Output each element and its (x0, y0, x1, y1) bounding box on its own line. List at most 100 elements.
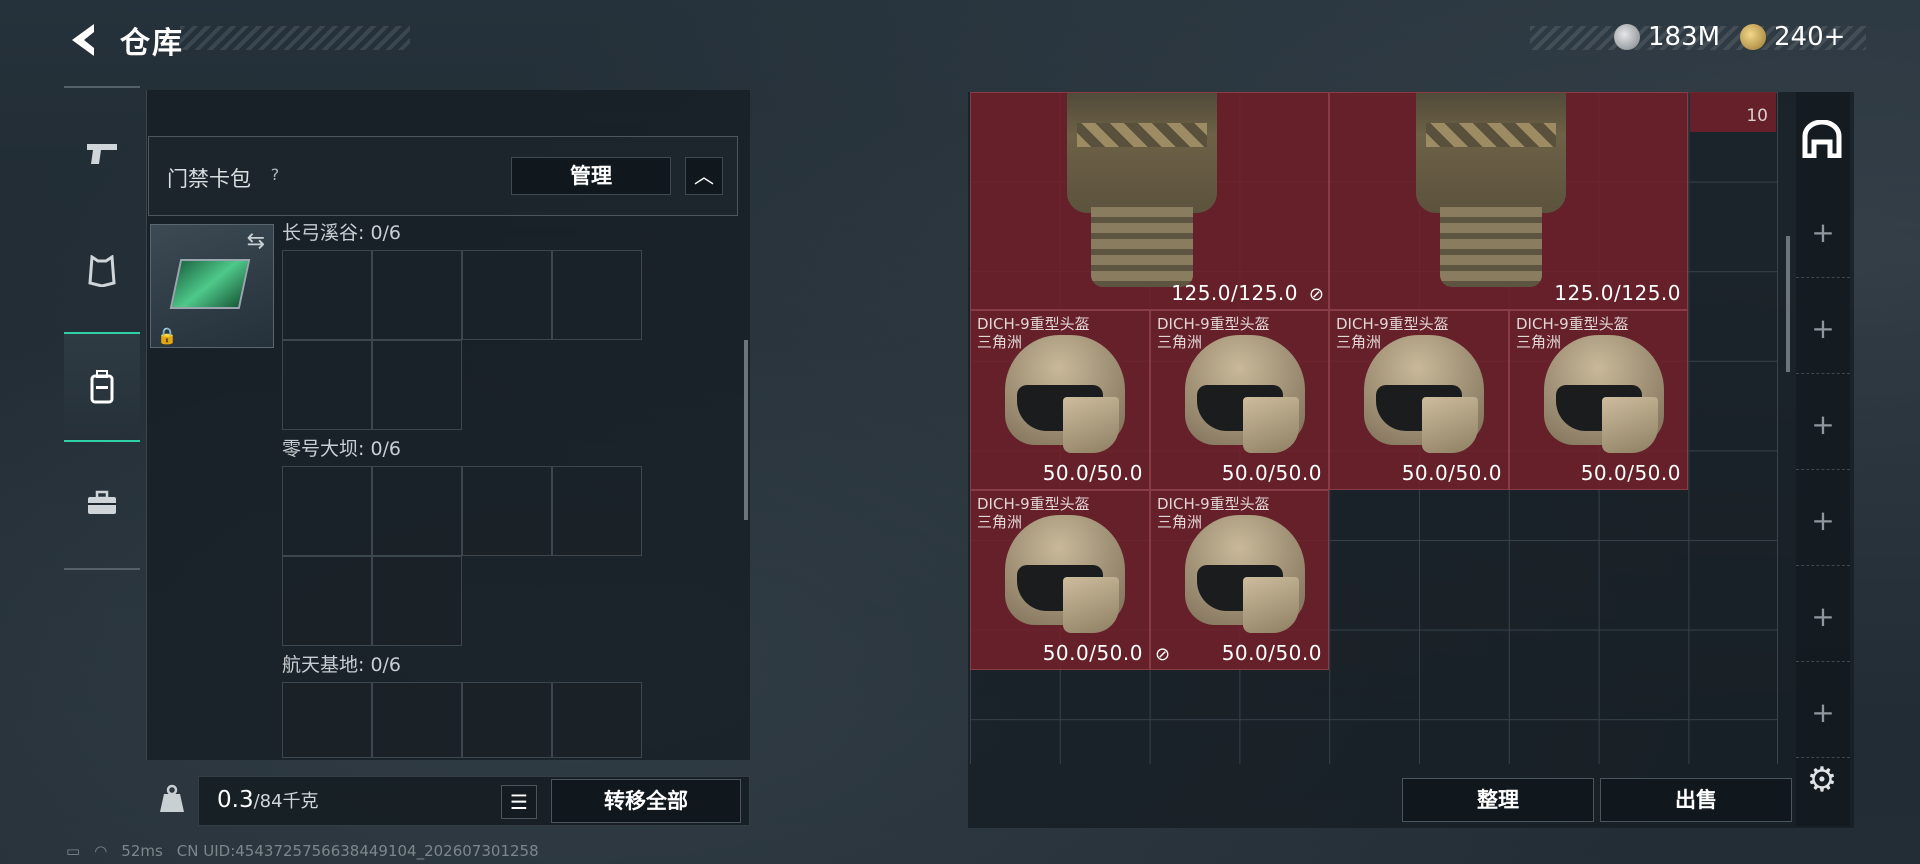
helmet-item[interactable]: DICH-9重型头盔 三角洲 50.0/50.0 (1329, 310, 1509, 490)
map-label-longbow: 长弓溪谷: 0/6 (282, 222, 402, 244)
helmet-image (1005, 335, 1125, 453)
list-view-button[interactable]: ☰ (501, 785, 537, 819)
tab-armor[interactable] (64, 216, 140, 326)
key-slot[interactable] (462, 466, 552, 556)
gear-icon[interactable]: ⚙ (1802, 760, 1842, 800)
silver-amount: 183M (1648, 22, 1721, 52)
backpack-icon (90, 370, 114, 404)
vest-image (1406, 93, 1576, 287)
helmet-durability: 50.0/50.0 (1221, 641, 1322, 665)
transfer-all-button[interactable]: 转移全部 (551, 779, 741, 823)
helmet-durability: 50.0/50.0 (1401, 461, 1502, 485)
back-arrow-icon[interactable] (64, 20, 104, 60)
key-slot[interactable] (372, 466, 462, 556)
helmet-image (1185, 335, 1305, 453)
list-icon: ☰ (510, 790, 528, 814)
item-title: DICH-9重型头盔 (1157, 495, 1270, 513)
collapse-button[interactable]: ︿ (685, 157, 723, 195)
item-title: DICH-9重型头盔 (1516, 315, 1629, 333)
helmet-item[interactable]: DICH-9重型头盔 三角洲 50.0/50.0 (1509, 310, 1688, 490)
helmet-image (1005, 515, 1125, 633)
helmet-image (1544, 335, 1664, 453)
manage-button[interactable]: 管理 (511, 157, 671, 195)
help-icon[interactable]: ? (263, 163, 287, 187)
add-storage-button[interactable]: + (1796, 668, 1850, 758)
key-slot[interactable] (372, 340, 462, 430)
weight-capacity: /84千克 (253, 791, 319, 812)
tab-supplies[interactable] (64, 448, 140, 558)
key-slot[interactable] (552, 466, 642, 556)
key-slot[interactable] (372, 682, 462, 758)
key-slot[interactable] (282, 466, 372, 556)
battery-icon: ▭ (66, 842, 81, 860)
item-title: DICH-9重型头盔 (977, 495, 1090, 513)
armor-icon (88, 255, 116, 287)
wifi-icon: ◠ (94, 842, 108, 860)
helmet-image (1185, 515, 1305, 633)
helmet-item[interactable]: DICH-9重型头盔 三角洲 ⊘ 50.0/50.0 (1150, 490, 1329, 670)
card-pack-item[interactable]: ⇆ 🔒 (150, 224, 274, 348)
unbound-icon: ⊘ (1308, 284, 1324, 305)
storage-tab-strip: + + + + + + (1796, 92, 1850, 826)
page-title: 仓库 (120, 26, 184, 61)
tab-weapons[interactable] (64, 98, 140, 208)
warehouse-tab[interactable] (1800, 119, 1844, 164)
key-slot[interactable] (552, 682, 642, 758)
weight-icon (158, 784, 188, 814)
item-title: DICH-9重型头盔 (1157, 315, 1270, 333)
sort-button[interactable]: 整理 (1402, 778, 1594, 822)
warehouse-icon (1802, 119, 1842, 159)
status-bar: ▭ ◠ 52ms CN UID:4543725756638449104_2026… (66, 842, 539, 860)
vest-item[interactable]: 125.0/125.0 (1329, 92, 1688, 310)
card-pack-header: 门禁卡包 ? 管理 ︿ (148, 136, 738, 216)
silver-coin-icon (1614, 24, 1640, 50)
map-label-zero-dam: 零号大坝: 0/6 (282, 438, 402, 460)
helmet-item[interactable]: DICH-9重型头盔 三角洲 50.0/50.0 (1150, 310, 1329, 490)
key-slot[interactable] (282, 340, 372, 430)
map-label-space-base: 航天基地: 0/6 (282, 654, 402, 676)
toolbox-icon (88, 490, 116, 514)
card-pack-title: 门禁卡包 (167, 167, 251, 191)
ping-text: 52ms (121, 842, 163, 860)
helmet-durability: 50.0/50.0 (1221, 461, 1322, 485)
helmet-durability: 50.0/50.0 (1042, 461, 1143, 485)
silver-currency: 183M (1614, 22, 1720, 52)
vest-item[interactable]: ⊘ 125.0/125.0 (970, 92, 1329, 310)
sell-button[interactable]: 出售 (1600, 778, 1792, 822)
vest-image (1057, 93, 1227, 287)
helmet-item[interactable]: DICH-9重型头盔 三角洲 50.0/50.0 (970, 310, 1150, 490)
key-slot[interactable] (282, 682, 372, 758)
storage-scrollbar[interactable] (1786, 236, 1790, 372)
tab-backpack[interactable] (64, 332, 140, 442)
key-slot[interactable] (462, 250, 552, 340)
helmet-durability: 50.0/50.0 (1580, 461, 1681, 485)
add-storage-button[interactable]: + (1796, 284, 1850, 374)
uid-text: CN UID:4543725756638449104_202607301258 (176, 842, 539, 860)
key-slot[interactable] (282, 556, 372, 646)
add-storage-button[interactable]: + (1796, 572, 1850, 662)
add-storage-button[interactable]: + (1796, 188, 1850, 278)
helmet-image (1364, 335, 1484, 453)
key-slot[interactable] (462, 682, 552, 758)
gold-currency[interactable]: 240+ (1740, 22, 1845, 52)
unbound-icon: ⊘ (1155, 644, 1171, 665)
helmet-durability: 50.0/50.0 (1042, 641, 1143, 665)
chevron-up-icon: ︿ (694, 164, 714, 188)
swap-icon[interactable]: ⇆ (247, 229, 265, 254)
key-slot[interactable] (372, 250, 462, 340)
key-slot[interactable] (552, 250, 642, 340)
title-decoration (180, 26, 410, 50)
lock-icon: 🔒 (157, 326, 177, 345)
keycard-case-image (169, 259, 251, 309)
item-title: DICH-9重型头盔 (977, 315, 1090, 333)
stack-count-badge: 10 (1690, 92, 1776, 132)
add-storage-button[interactable]: + (1796, 380, 1850, 470)
add-storage-button[interactable]: + (1796, 476, 1850, 566)
key-slot[interactable] (372, 556, 462, 646)
weight-readout: 0.3/84千克 (217, 787, 319, 813)
pistol-icon (87, 144, 117, 164)
key-slot[interactable] (282, 250, 372, 340)
helmet-item[interactable]: DICH-9重型头盔 三角洲 50.0/50.0 (970, 490, 1150, 670)
left-scrollbar[interactable] (744, 340, 748, 520)
item-title: DICH-9重型头盔 (1336, 315, 1449, 333)
